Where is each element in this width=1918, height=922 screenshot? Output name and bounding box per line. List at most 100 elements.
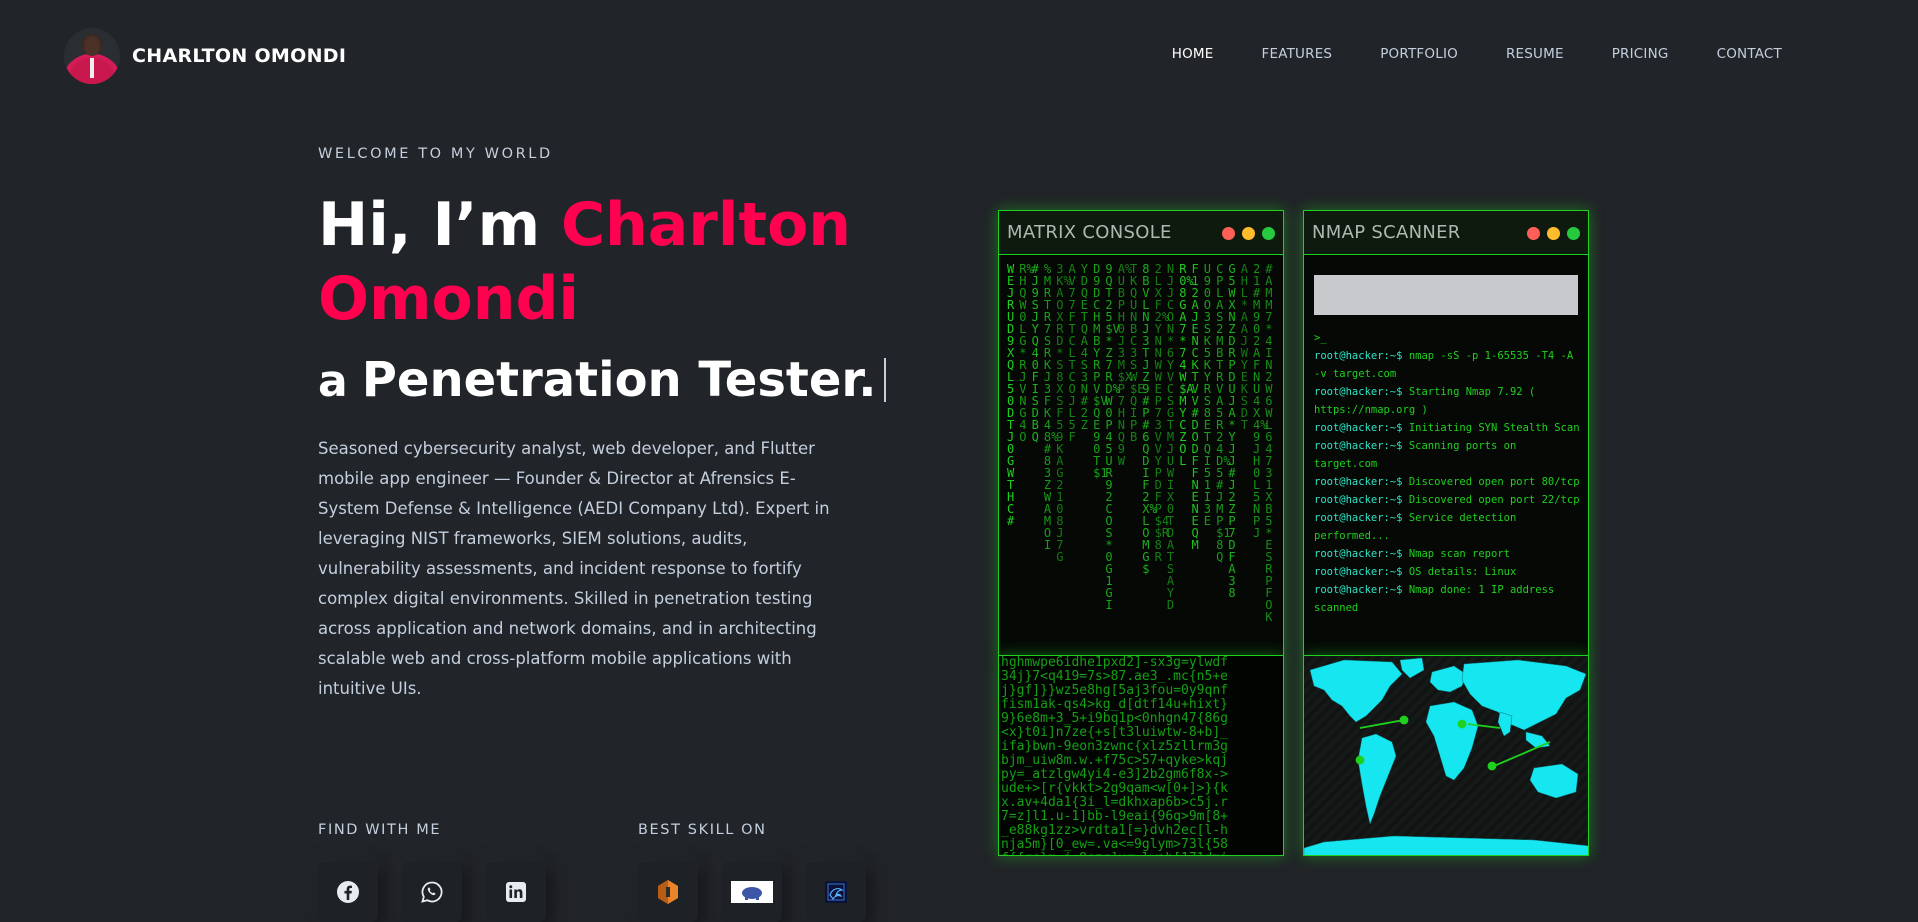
hero-bio: Seasoned cybersecurity analyst, web deve… xyxy=(318,439,830,698)
terminal-prompt: root@hacker:~$ xyxy=(1314,566,1409,578)
close-dot-icon[interactable] xyxy=(1527,227,1540,240)
main-nav: HOME FEATURES PORTFOLIO RESUME PRICING C… xyxy=(1124,46,1782,62)
matrix-rain-column: F12AJENCKTVV#DODFFNENEQM xyxy=(1191,263,1199,552)
skill-burpsuite[interactable] xyxy=(638,862,698,922)
matrix-rain: WEJRUD9XQL50DTJ0GWTHC# R%HQW0LG*RJVNG4O #J… xyxy=(1007,263,1277,651)
matrix-rain-column: G5WXNZDRPDUJA*YJJ#J2ZP7DFA38 xyxy=(1228,263,1236,600)
terminal-line: root@hacker:~$ OS details: Linux xyxy=(1314,563,1582,581)
skill-icons xyxy=(638,862,866,922)
matrix-rain-column: AHL*AAJWYEKSDT xyxy=(1240,263,1248,432)
nav-resume[interactable]: RESUME xyxy=(1506,46,1564,62)
role-prefix: a xyxy=(318,356,348,407)
terminal-prompt: root@hacker:~$ xyxy=(1314,494,1409,506)
close-dot-icon[interactable] xyxy=(1222,227,1235,240)
best-skill-label: BEST SKILL ON xyxy=(638,822,767,838)
hero-greeting: Hi, I’m xyxy=(318,190,541,260)
welcome-text: WELCOME TO MY WORLD xyxy=(318,146,553,162)
terminal-prompt: root@hacker:~$ xyxy=(1314,422,1409,434)
world-map-icon xyxy=(1304,656,1588,855)
matrix-console-title: MATRIX CONSOLE xyxy=(1007,222,1172,243)
brand-name: CHARLTON OMONDI xyxy=(132,45,347,67)
terminal-prompt: root@hacker:~$ xyxy=(1314,440,1409,452)
maximize-dot-icon[interactable] xyxy=(1567,227,1580,240)
matrix-code-panel: hghmwpe6idhe1pxd2]-sx3g=ylwdf 34j}7<q419… xyxy=(998,655,1284,856)
terminal-output: Nmap scan report xyxy=(1408,548,1510,560)
matrix-console-panel: MATRIX CONSOLE WEJRUD9XQL50DTJ0GWTHC# R%H… xyxy=(998,210,1284,656)
site-header: CHARLTON OMONDI HOME FEATURES PORTFOLIO … xyxy=(0,0,1918,110)
window-controls xyxy=(1222,227,1275,240)
terminal-output: Discovered open port 80/tcp xyxy=(1408,476,1580,488)
terminal-prompt: root@hacker:~$ xyxy=(1314,386,1409,398)
terminal-line: root@hacker:~$ Discovered open port 22/t… xyxy=(1314,491,1582,509)
terminal-output: OS details: Linux xyxy=(1408,566,1517,578)
terminal-prompt: root@hacker:~$ xyxy=(1314,548,1409,560)
world-map-panel xyxy=(1303,655,1589,856)
facebook-icon xyxy=(337,881,359,903)
matrix-rain-column: R%HQW0LG*RJVNG4O xyxy=(1019,263,1034,444)
terminal-prompt: root@hacker:~$ xyxy=(1314,512,1409,524)
matrix-rain-column: AV77FTCLTCOJL5F xyxy=(1068,263,1076,444)
matrix-rain-column: 9QT25$V*Z7RD%W0P45UR92COS*0G1GI xyxy=(1105,263,1120,612)
brand[interactable]: CHARLTON OMONDI xyxy=(64,28,346,84)
terminal-line: root@hacker:~$ Nmap scan report xyxy=(1314,545,1582,563)
nmap-terminal: >_ root@hacker:~$ nmap -sS -p 1-65535 -T… xyxy=(1314,329,1582,617)
scan-progress-bar xyxy=(1314,275,1578,315)
nav-features[interactable]: FEATURES xyxy=(1262,46,1333,62)
social-links xyxy=(318,862,546,922)
nmap-scanner-panel: NMAP SCANNER >_ root@hacker:~$ nmap -sS … xyxy=(1303,210,1589,656)
matrix-rain-column: WEJRUD9XQL50DTJ0GWTHC# xyxy=(1007,263,1015,528)
whatsapp-link[interactable] xyxy=(402,862,462,922)
skill-metasploit[interactable] xyxy=(722,862,782,922)
nav-home[interactable]: HOME xyxy=(1172,46,1214,62)
find-with-me-label: FIND WITH ME xyxy=(318,822,442,838)
matrix-code-grid: hghmwpe6idhe1pxd2]-sx3g=ylwdf 34j}7<q419… xyxy=(1001,655,1228,855)
terminal-line: root@hacker:~$ Starting Nmap 7.92 ( http… xyxy=(1314,383,1582,419)
terminal-line: root@hacker:~$ Initiating SYN Stealth Sc… xyxy=(1314,419,1582,437)
terminal-prompt: root@hacker:~$ xyxy=(1314,584,1409,596)
terminal-line: root@hacker:~$ Discovered open port 80/t… xyxy=(1314,473,1582,491)
terminal-cursor: >_ xyxy=(1314,332,1327,344)
metasploit-icon xyxy=(731,881,773,903)
terminal-line: root@hacker:~$ nmap -sS -p 1-65535 -T4 -… xyxy=(1314,347,1582,383)
matrix-rain-column: 21#M902AFNU4X4%9JH0L5NPJ xyxy=(1253,263,1268,540)
skill-kali[interactable] xyxy=(806,862,866,922)
terminal-line: root@hacker:~$ Service detection perform… xyxy=(1314,509,1582,545)
matrix-console-header: MATRIX CONSOLE xyxy=(999,211,1283,255)
matrix-rain-column: 8BVLNJ3TJZ9#P#6QDIF2X%LOMG$ xyxy=(1142,263,1157,576)
terminal-output: Initiating SYN Stealth Scan xyxy=(1408,422,1580,434)
typed-role: a Penetration Tester. xyxy=(318,352,887,408)
burpsuite-icon xyxy=(658,880,678,904)
matrix-rain-column: TKQUNBC3SW$EQIPB xyxy=(1130,263,1145,444)
window-controls xyxy=(1527,227,1580,240)
matrix-rain-column: 2LXF2%YNNWWEP73VVYPDFP$4$R8R xyxy=(1154,263,1170,564)
maximize-dot-icon[interactable] xyxy=(1262,227,1275,240)
role-text: Penetration Tester. xyxy=(361,352,877,408)
matrix-rain-column: 3K%AOXRD*S8XSF59KAG2108J7G xyxy=(1056,263,1071,564)
matrix-rain-column: #J9SJYQ40FISDBQ xyxy=(1031,263,1039,444)
typing-cursor xyxy=(884,358,887,402)
matrix-rain-column: YDQETQA4S3N#2Z xyxy=(1080,263,1089,432)
nav-pricing[interactable]: PRICING xyxy=(1612,46,1669,62)
minimize-dot-icon[interactable] xyxy=(1242,227,1255,240)
nmap-scanner-title: NMAP SCANNER xyxy=(1312,222,1461,243)
hero-title: Hi, I’m Charlton Omondi xyxy=(318,188,878,336)
matrix-rain-column: NJJCON*6YVCSGTMJUWIX0TDATSAYD xyxy=(1166,263,1175,612)
nmap-scanner-header: NMAP SCANNER xyxy=(1304,211,1588,255)
whatsapp-icon xyxy=(421,881,443,903)
matrix-rain-column: D9DCHMBYRPV$VQE90T$1 xyxy=(1093,263,1108,480)
matrix-rain-column: CPLAS2MBTRVA5R24D%5#JMP$18Q xyxy=(1216,263,1231,564)
nav-portfolio[interactable]: PORTFOLIO xyxy=(1380,46,1458,62)
terminal-line: root@hacker:~$ Nmap done: 1 IP address s… xyxy=(1314,581,1582,617)
linkedin-link[interactable] xyxy=(486,862,546,922)
matrix-rain-column: %MRTR7SRKJ3FK48%#83ZWAMOI xyxy=(1043,263,1059,552)
nav-contact[interactable]: CONTACT xyxy=(1717,46,1782,62)
terminal-output: Discovered open port 22/tcp xyxy=(1408,494,1580,506)
minimize-dot-icon[interactable] xyxy=(1547,227,1560,240)
matrix-rain-column: #AMM7*4IN2W6WL64731XB5*ESRPFOK xyxy=(1265,263,1273,624)
facebook-link[interactable] xyxy=(318,862,378,922)
matrix-rain-column: R0%8GA7*74W$AMYCZOL xyxy=(1179,263,1194,468)
matrix-rain-column: A%UBPH0J3M$XP7HNQ9W xyxy=(1117,263,1133,468)
avatar xyxy=(64,28,120,84)
matrix-rain-column: U90O3SK5KYRS8ETQI51I3E xyxy=(1203,263,1212,528)
linkedin-icon xyxy=(506,882,526,902)
